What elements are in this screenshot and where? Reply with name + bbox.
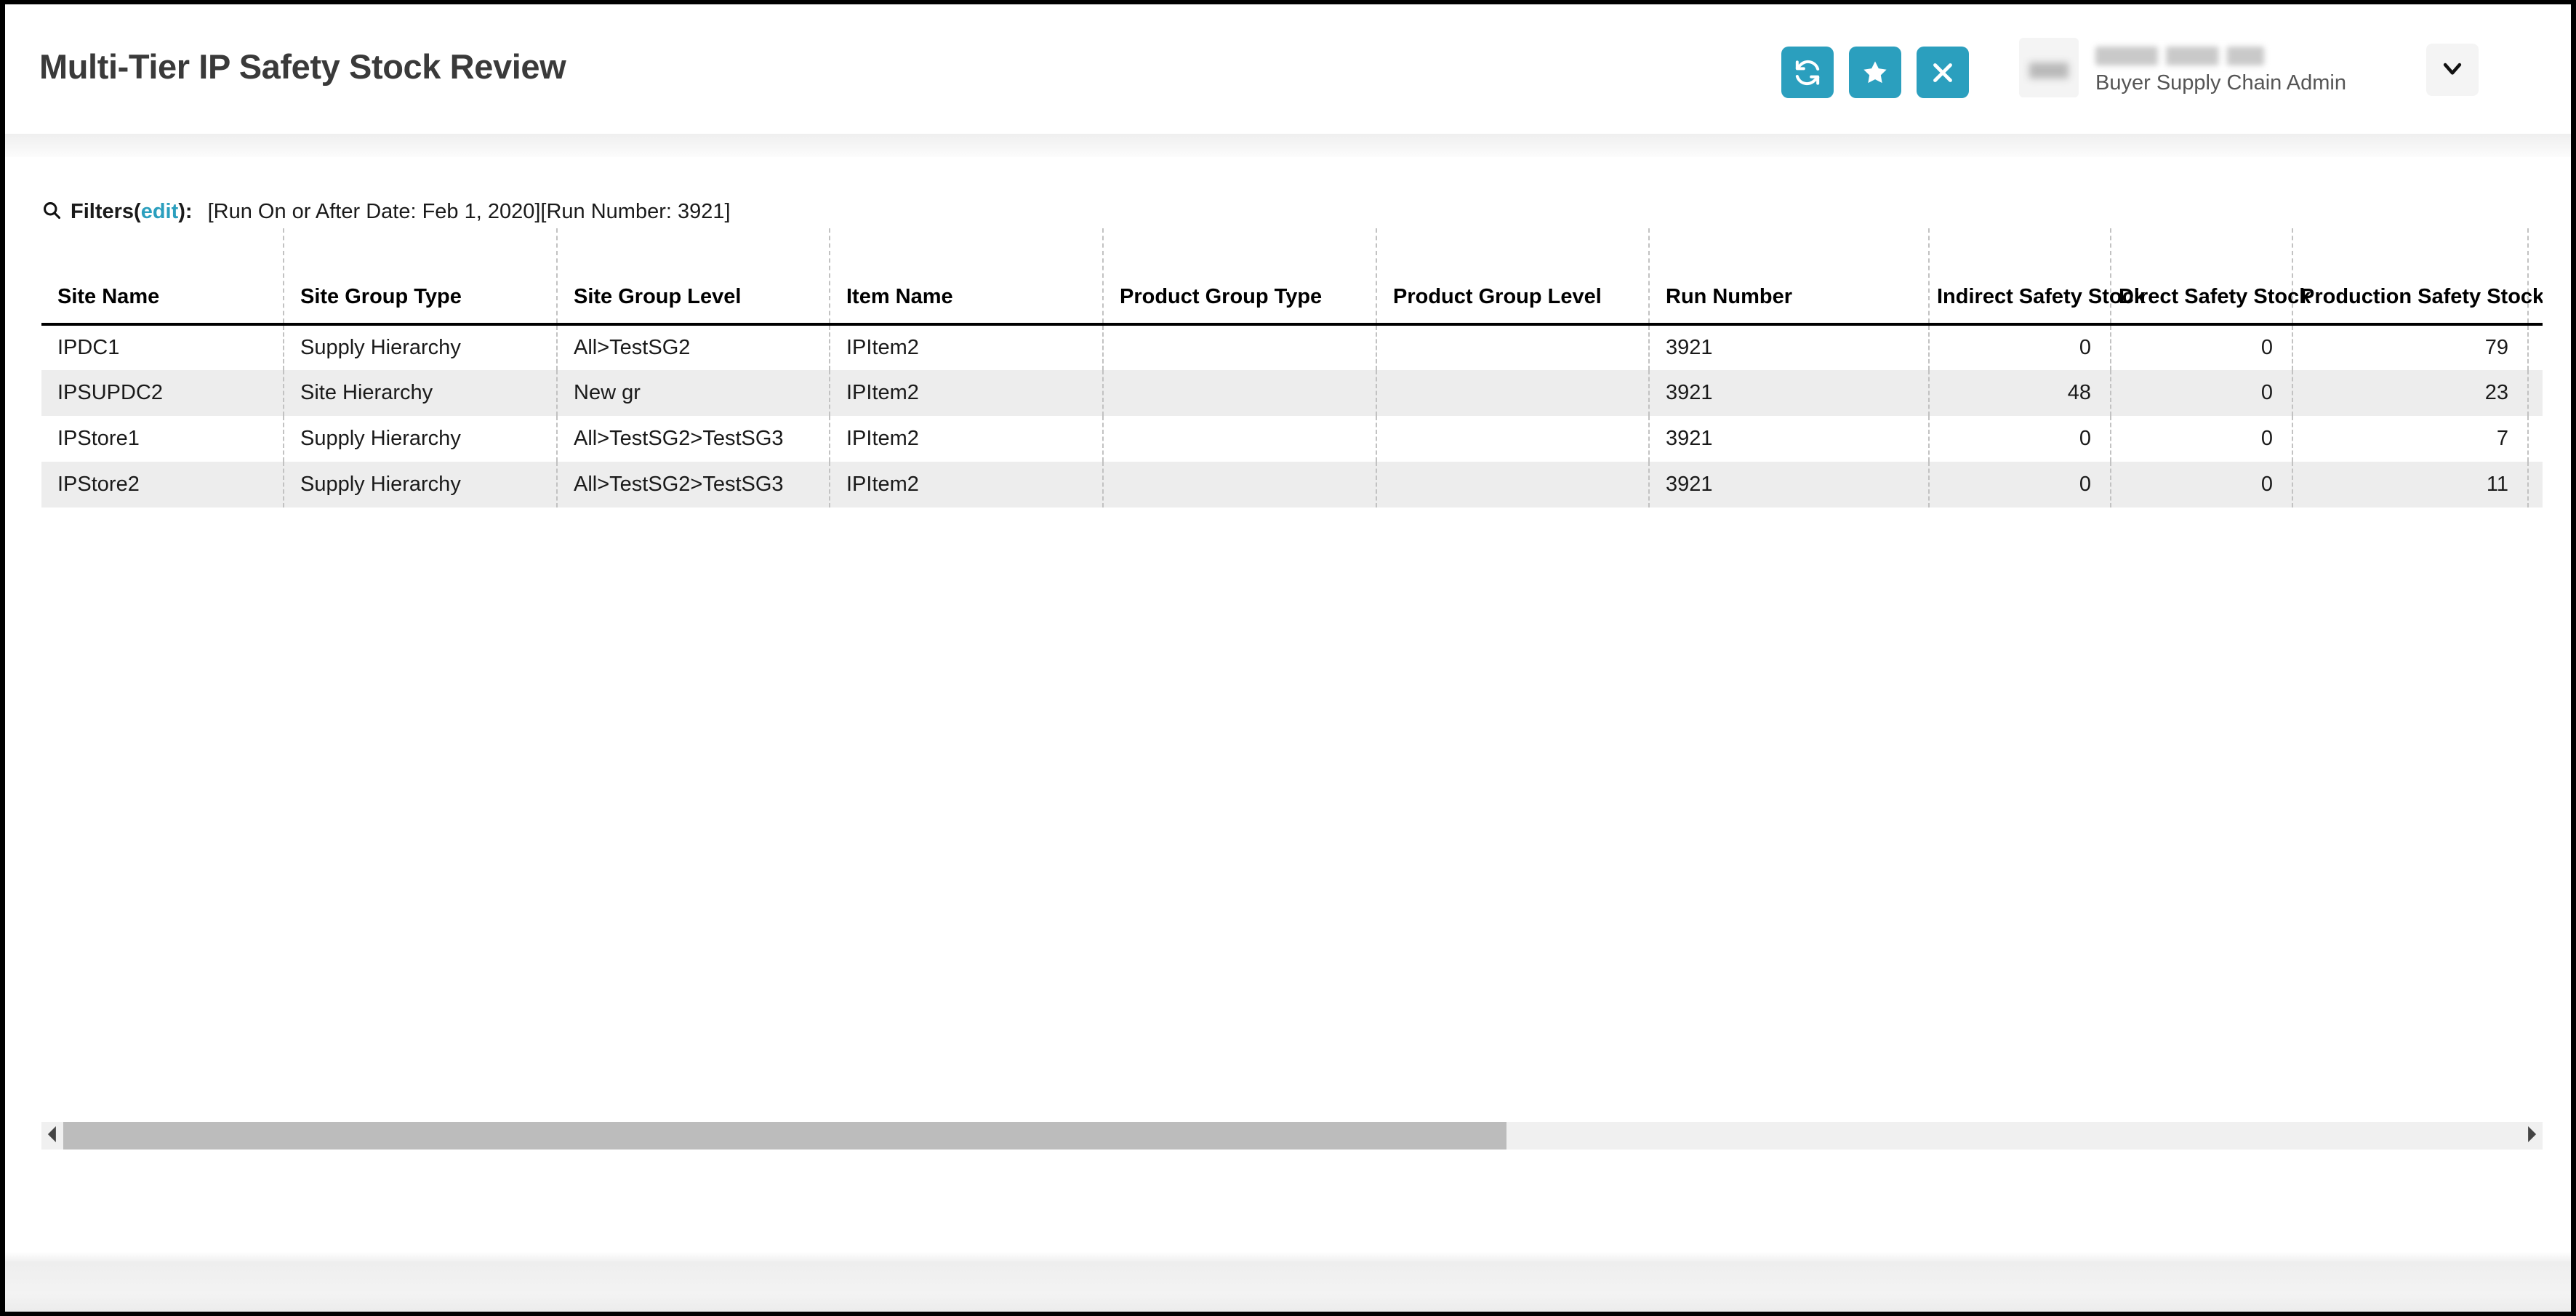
cell-extra	[2527, 416, 2543, 462]
cell-direct_safety_stock: 0	[2110, 416, 2292, 462]
scroll-right-button[interactable]	[2521, 1122, 2543, 1150]
column-header-run_number[interactable]: Run Number	[1648, 228, 1929, 326]
user-name-redacted	[2095, 47, 2264, 65]
cell-product_group_level	[1376, 370, 1649, 416]
horizontal-scrollbar[interactable]	[41, 1122, 2543, 1150]
cell-product_group_level	[1376, 324, 1649, 370]
page-title: Multi-Tier IP Safety Stock Review	[39, 47, 566, 86]
data-grid-scroll-region: Site Name Site Group Type Site Group Level…	[41, 228, 2543, 1246]
caret-right-icon	[2526, 1126, 2537, 1146]
column-header-item_name[interactable]: Item Name	[829, 228, 1103, 326]
table-row[interactable]: IPStore1 Supply Hierarchy All>TestSG2>Test…	[41, 416, 2543, 462]
cell-extra	[2527, 324, 2543, 370]
refresh-icon	[1793, 58, 1822, 87]
cell-production_safety_stock: 11	[2292, 462, 2528, 507]
cell-product_group_type	[1102, 462, 1376, 507]
user-profile[interactable]: Buyer Supply Chain Admin	[2019, 32, 2426, 106]
search-icon	[41, 200, 62, 220]
cell-direct_safety_stock: 0	[2110, 324, 2292, 370]
cell-site_group_level: All>TestSG2>TestSG3	[556, 462, 830, 507]
cell-site_group_level: All>TestSG2>TestSG3	[556, 416, 830, 462]
user-role: Buyer Supply Chain Admin	[2095, 71, 2346, 95]
cell-site_name: IPStore2	[57, 473, 140, 496]
footer-divider-band	[5, 1252, 2571, 1312]
cell-site_group_type: Supply Hierarchy	[283, 462, 557, 507]
column-header-site_group_type[interactable]: Site Group Type	[283, 228, 557, 326]
cell-production_safety_stock: 7	[2292, 416, 2528, 462]
cell-indirect_safety_stock: 0	[1928, 416, 2111, 462]
cell-site_name: IPDC1	[57, 336, 120, 359]
app-header: Multi-Tier IP Safety Stock Review Buyer …	[5, 4, 2571, 134]
header-divider-band	[5, 134, 2571, 157]
cell-site_group_level: New gr	[556, 370, 830, 416]
table-row[interactable]: IPSUPDC2 Site Hierarchy New gr IPItem2 3921 4…	[41, 370, 2543, 416]
close-button[interactable]	[1917, 47, 1969, 98]
filters-edit-link[interactable]: edit	[141, 200, 179, 224]
avatar-redacted-text	[2029, 63, 2069, 79]
cell-run_number: 3921	[1648, 416, 1929, 462]
cell-product_group_type	[1102, 324, 1376, 370]
caret-left-icon	[47, 1126, 58, 1146]
cell-product_group_level	[1376, 462, 1649, 507]
cell-production_safety_stock: 23	[2292, 370, 2528, 416]
cell-run_number: 3921	[1648, 462, 1929, 507]
cell-site_group_type: Supply Hierarchy	[283, 416, 557, 462]
cell-direct_safety_stock: 0	[2110, 370, 2292, 416]
user-menu-toggle[interactable]	[2426, 44, 2479, 96]
cell-production_safety_stock: 79	[2292, 324, 2528, 370]
cell-product_group_type	[1102, 370, 1376, 416]
column-header-site_name[interactable]: Site Name	[41, 228, 284, 326]
cell-indirect_safety_stock: 0	[1928, 462, 2111, 507]
data-grid: Site Name Site Group Type Site Group Level…	[41, 228, 2543, 507]
cell-indirect_safety_stock: 0	[1928, 324, 2111, 370]
grid-header-row: Site Name Site Group Type Site Group Level…	[41, 228, 2543, 326]
cell-item_name: IPItem2	[829, 416, 1103, 462]
cell-product_group_type	[1102, 416, 1376, 462]
column-header-direct_safety_stock[interactable]: Direct Safety Stock	[2110, 228, 2311, 326]
cell-site_name: IPStore1	[57, 427, 140, 450]
grid-header: Site Name Site Group Type Site Group Level…	[41, 228, 2543, 326]
star-icon	[1861, 58, 1890, 87]
column-header-extra[interactable]	[2527, 228, 2543, 326]
filters-close-paren: ):	[178, 200, 193, 223]
column-header-site_group_level[interactable]: Site Group Level	[556, 228, 830, 326]
refresh-button[interactable]	[1781, 47, 1834, 98]
filters-open-paren: (	[134, 200, 141, 223]
avatar	[2019, 38, 2079, 97]
scroll-thumb[interactable]	[63, 1122, 1506, 1150]
chevron-down-icon	[2440, 56, 2465, 84]
cell-item_name: IPItem2	[829, 324, 1103, 370]
column-header-product_group_level[interactable]: Product Group Level	[1376, 228, 1649, 326]
content-panel: Filters ( edit ): [Run On or After Date:…	[5, 157, 2571, 1253]
filters-label: Filters	[71, 200, 135, 223]
cell-site_group_level: All>TestSG2	[556, 324, 830, 370]
cell-run_number: 3921	[1648, 370, 1929, 416]
cell-site_group_type: Site Hierarchy	[283, 370, 557, 416]
grid-body: IPDC1 Supply Hierarchy All>TestSG2 IPItem2 3…	[41, 324, 2543, 507]
header-action-buttons	[1781, 47, 1969, 98]
close-icon	[1930, 60, 1956, 86]
cell-item_name: IPItem2	[829, 370, 1103, 416]
table-row[interactable]: IPStore2 Supply Hierarchy All>TestSG2>Test…	[41, 462, 2543, 507]
cell-item_name: IPItem2	[829, 462, 1103, 507]
cell-site_name: IPSUPDC2	[57, 381, 164, 404]
cell-direct_safety_stock: 0	[2110, 462, 2292, 507]
column-header-production_safety_stock[interactable]: Production Safety Stock	[2292, 228, 2543, 326]
column-header-product_group_type[interactable]: Product Group Type	[1102, 228, 1376, 326]
cell-indirect_safety_stock: 48	[1928, 370, 2111, 416]
cell-extra	[2527, 370, 2543, 416]
table-row[interactable]: IPDC1 Supply Hierarchy All>TestSG2 IPItem2 3…	[41, 324, 2543, 370]
column-header-indirect_safety_stock[interactable]: Indirect Safety Stock	[1928, 228, 2146, 326]
filters-bar: Filters ( edit ): [Run On or After Date:…	[41, 198, 731, 224]
cell-product_group_level	[1376, 416, 1649, 462]
scroll-track[interactable]	[63, 1122, 2521, 1150]
cell-run_number: 3921	[1648, 324, 1929, 370]
filters-applied-values: [Run On or After Date: Feb 1, 2020][Run …	[207, 200, 731, 223]
cell-site_group_type: Supply Hierarchy	[283, 324, 557, 370]
cell-extra	[2527, 462, 2543, 507]
favorite-button[interactable]	[1849, 47, 1901, 98]
application-window: Multi-Tier IP Safety Stock Review Buyer …	[0, 0, 2576, 1316]
scroll-left-button[interactable]	[41, 1122, 63, 1150]
